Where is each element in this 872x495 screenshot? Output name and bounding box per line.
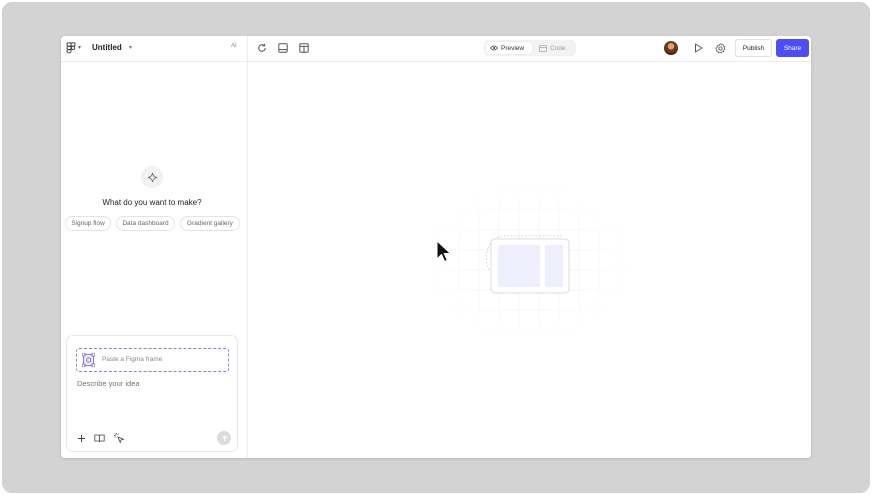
send-button[interactable]: [217, 431, 231, 445]
user-avatar[interactable]: [664, 41, 678, 55]
chat-sidebar: What do you want to make? Signup flow Da…: [61, 62, 248, 458]
layout-icon[interactable]: [298, 42, 310, 54]
suggestion-chip-signup-flow[interactable]: Signup flow: [65, 216, 111, 231]
eye-icon: [490, 45, 498, 51]
tab-preview[interactable]: Preview: [486, 42, 532, 54]
suggestion-chip-data-dashboard[interactable]: Data dashboard: [116, 216, 175, 231]
refresh-icon[interactable]: [256, 42, 268, 54]
sparkle-icon: [147, 172, 157, 182]
prompt-question: What do you want to make?: [102, 198, 202, 207]
panel-toggle-icon[interactable]: [277, 42, 289, 54]
figma-frame-dropzone[interactable]: Paste a Figma frame: [76, 348, 229, 372]
project-header: ▾ Untitled ▾ AI: [61, 36, 248, 62]
logo-chevron-down-icon[interactable]: ▾: [78, 44, 81, 51]
send-arrow-icon: [221, 434, 227, 441]
play-icon[interactable]: [692, 42, 704, 54]
tab-preview-label: Preview: [501, 44, 525, 52]
app-window: ▾ Untitled ▾ AI Preview Code Publish Sha…: [61, 36, 811, 458]
empty-state-illustration: [424, 182, 634, 342]
preview-code-toggle: Preview Code: [484, 40, 576, 56]
suggestion-chip-gradient-gallery[interactable]: Gradient gallery: [180, 216, 240, 231]
tab-code[interactable]: Code: [535, 42, 574, 54]
code-icon: [539, 44, 547, 52]
preview-canvas: [249, 62, 811, 458]
top-bar: ▾ Untitled ▾ AI Preview Code Publish Sha…: [61, 36, 811, 62]
figma-logo-icon[interactable]: [66, 42, 76, 54]
book-icon[interactable]: [93, 432, 105, 444]
prompt-composer: Paste a Figma frame: [66, 335, 238, 452]
magic-cursor-icon[interactable]: [113, 432, 125, 444]
describe-idea-input[interactable]: [77, 379, 227, 388]
share-button[interactable]: Share: [776, 39, 809, 57]
figma-frame-icon: [82, 353, 95, 367]
plus-icon[interactable]: [75, 432, 87, 444]
figma-frame-label: Paste a Figma frame: [102, 356, 163, 363]
project-menu-chevron-icon[interactable]: ▾: [129, 44, 132, 51]
project-title[interactable]: Untitled: [92, 43, 122, 52]
sparkle-badge: [141, 166, 163, 188]
publish-button[interactable]: Publish: [735, 39, 772, 57]
tab-code-label: Code: [550, 44, 566, 52]
mouse-cursor-icon: [436, 240, 451, 262]
ai-badge[interactable]: AI: [231, 43, 237, 49]
gear-icon[interactable]: [714, 42, 726, 54]
